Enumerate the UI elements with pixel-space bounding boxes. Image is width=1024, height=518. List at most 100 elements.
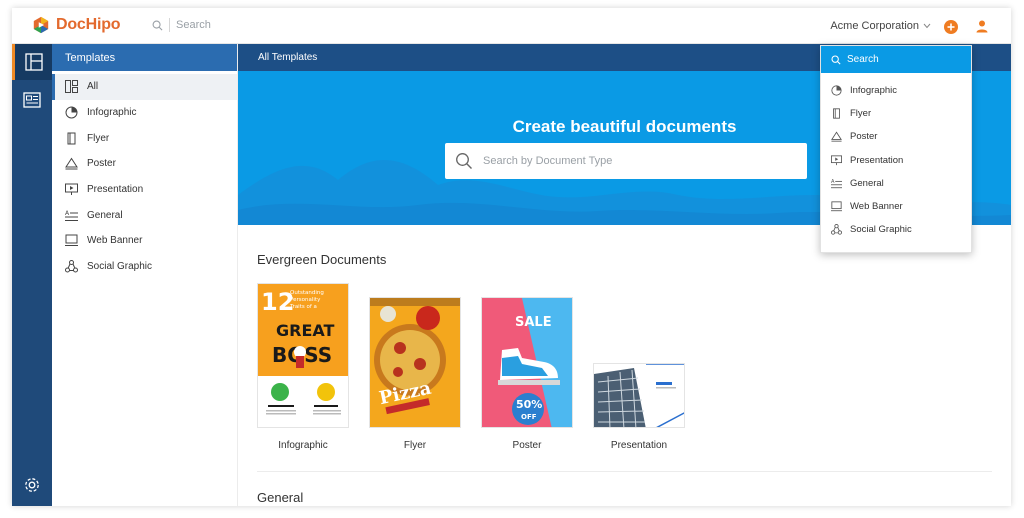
sidebar-item-label: Infographic bbox=[87, 107, 137, 119]
dropdown-item-label: Flyer bbox=[850, 108, 872, 120]
dropdown-item-presentation[interactable]: Presentation bbox=[821, 149, 971, 172]
card-label: Infographic bbox=[278, 440, 328, 451]
text-lines-icon: A bbox=[831, 179, 842, 188]
category-sidebar: Templates All Infographic Flyer Poster P… bbox=[52, 44, 238, 506]
dropdown-item-general[interactable]: A General bbox=[821, 172, 971, 195]
create-plus-button[interactable] bbox=[944, 20, 958, 34]
account-name: Acme Corporation bbox=[830, 20, 919, 32]
dropdown-item-label: Infographic bbox=[850, 85, 898, 97]
template-card-presentation[interactable]: Presentation bbox=[593, 283, 685, 453]
app-window: DocHipo Search Acme Corporation Template… bbox=[12, 8, 1011, 506]
dropdown-item-social-graphic[interactable]: Social Graphic bbox=[821, 218, 971, 241]
dropdown-item-label: Poster bbox=[850, 131, 878, 143]
sidebar-item-flyer[interactable]: Flyer bbox=[52, 125, 237, 151]
svg-text:Personality: Personality bbox=[290, 297, 321, 303]
infographic-thumbnail: 12 Outstanding Personality Traits of a G… bbox=[257, 283, 349, 428]
dropdown-item-flyer[interactable]: Flyer bbox=[821, 102, 971, 125]
presentation-thumbnail bbox=[593, 363, 685, 428]
sidebar-item-all[interactable]: All bbox=[52, 74, 237, 100]
card-label: Flyer bbox=[403, 440, 427, 451]
dropdown-search-label: Search bbox=[847, 54, 879, 65]
share-icon bbox=[831, 224, 842, 235]
presentation-icon bbox=[831, 155, 842, 165]
brand-name: DocHipo bbox=[56, 16, 121, 33]
grid-icon bbox=[65, 80, 78, 94]
category-list: All Infographic Flyer Poster Presentatio… bbox=[52, 71, 237, 280]
sidebar-item-label: All bbox=[87, 81, 99, 93]
section-title-general: General bbox=[257, 490, 304, 505]
document-icon bbox=[23, 92, 41, 108]
top-search[interactable]: Search bbox=[152, 18, 211, 32]
top-bar: DocHipo Search Acme Corporation bbox=[12, 8, 1011, 44]
chevron-down-icon bbox=[923, 23, 931, 29]
card-label: Poster bbox=[512, 440, 542, 451]
svg-text:Outstanding: Outstanding bbox=[290, 290, 324, 296]
flyer-thumb-art: Pizza bbox=[370, 298, 460, 427]
dropdown-list: Infographic Flyer Poster Presentation A … bbox=[821, 73, 971, 241]
dropdown-search[interactable]: Search bbox=[821, 46, 971, 73]
svg-text:50%: 50% bbox=[516, 398, 542, 411]
svg-text:GREAT: GREAT bbox=[276, 321, 335, 340]
document-type-search-placeholder: Search by Document Type bbox=[483, 155, 613, 167]
card-label: Presentation bbox=[610, 440, 668, 451]
template-card-infographic[interactable]: 12 Outstanding Personality Traits of a G… bbox=[257, 283, 349, 453]
svg-text:SALE: SALE bbox=[515, 315, 552, 330]
dropdown-item-label: Social Graphic bbox=[850, 224, 912, 236]
search-separator bbox=[169, 18, 170, 32]
sidebar-item-label: Poster bbox=[87, 158, 116, 170]
dropdown-item-infographic[interactable]: Infographic bbox=[821, 79, 971, 102]
monitor-icon bbox=[65, 234, 78, 247]
section-title-evergreen: Evergreen Documents bbox=[257, 252, 387, 267]
rail-documents[interactable] bbox=[12, 82, 52, 118]
sidebar-item-label: General bbox=[87, 209, 123, 221]
presentation-icon bbox=[65, 183, 78, 196]
rail-templates[interactable] bbox=[12, 44, 52, 80]
logo[interactable]: DocHipo bbox=[32, 16, 121, 34]
poster-thumb-art: SALE 50% OFF bbox=[482, 298, 572, 427]
poster-thumbnail: SALE 50% OFF bbox=[481, 297, 573, 428]
template-card-poster[interactable]: SALE 50% OFF Poster bbox=[481, 283, 573, 453]
flyer-icon bbox=[833, 108, 840, 119]
sidebar-item-web-banner[interactable]: Web Banner bbox=[52, 228, 237, 254]
template-card-flyer[interactable]: Pizza Flyer bbox=[369, 283, 461, 453]
pie-chart-icon bbox=[65, 106, 78, 119]
dochipo-logo-icon bbox=[33, 16, 49, 34]
flyer-icon bbox=[65, 132, 78, 145]
dropdown-item-poster[interactable]: Poster bbox=[821, 125, 971, 148]
sidebar-item-presentation[interactable]: Presentation bbox=[52, 177, 237, 203]
share-icon bbox=[65, 260, 78, 273]
monitor-icon bbox=[831, 201, 842, 212]
gear-icon bbox=[25, 478, 39, 492]
search-icon bbox=[831, 54, 841, 65]
triangle-icon bbox=[831, 131, 842, 143]
svg-text:A: A bbox=[65, 210, 70, 217]
plus-icon bbox=[947, 23, 955, 31]
search-icon bbox=[456, 153, 472, 169]
create-dropdown: Search Infographic Flyer Poster Presenta… bbox=[820, 45, 972, 253]
sidebar-item-label: Social Graphic bbox=[87, 261, 153, 273]
dropdown-item-label: Presentation bbox=[850, 154, 904, 166]
sidebar-item-label: Flyer bbox=[87, 132, 110, 144]
user-icon[interactable] bbox=[975, 19, 989, 33]
template-cards: 12 Outstanding Personality Traits of a G… bbox=[257, 283, 997, 453]
settings-button[interactable] bbox=[12, 472, 52, 498]
sidebar-item-general[interactable]: A General bbox=[52, 202, 237, 228]
icon-rail bbox=[12, 44, 52, 506]
top-search-placeholder: Search bbox=[176, 19, 211, 31]
sidebar-item-social-graphic[interactable]: Social Graphic bbox=[52, 254, 237, 280]
presentation-thumb-art bbox=[594, 364, 684, 427]
dropdown-item-label: Web Banner bbox=[850, 201, 903, 213]
dropdown-item-web-banner[interactable]: Web Banner bbox=[821, 195, 971, 218]
sidebar-item-label: Web Banner bbox=[87, 235, 143, 247]
triangle-icon bbox=[65, 157, 78, 170]
sidebar-header: Templates bbox=[52, 44, 237, 71]
document-type-search[interactable]: Search by Document Type bbox=[445, 143, 807, 179]
layout-icon bbox=[24, 53, 43, 71]
sidebar-item-infographic[interactable]: Infographic bbox=[52, 100, 237, 126]
account-switcher[interactable]: Acme Corporation bbox=[830, 20, 931, 32]
text-lines-icon: A bbox=[65, 209, 78, 222]
sidebar-item-label: Presentation bbox=[87, 184, 144, 196]
svg-text:OFF: OFF bbox=[521, 413, 537, 421]
sidebar-item-poster[interactable]: Poster bbox=[52, 151, 237, 177]
flyer-thumbnail: Pizza bbox=[369, 297, 461, 428]
